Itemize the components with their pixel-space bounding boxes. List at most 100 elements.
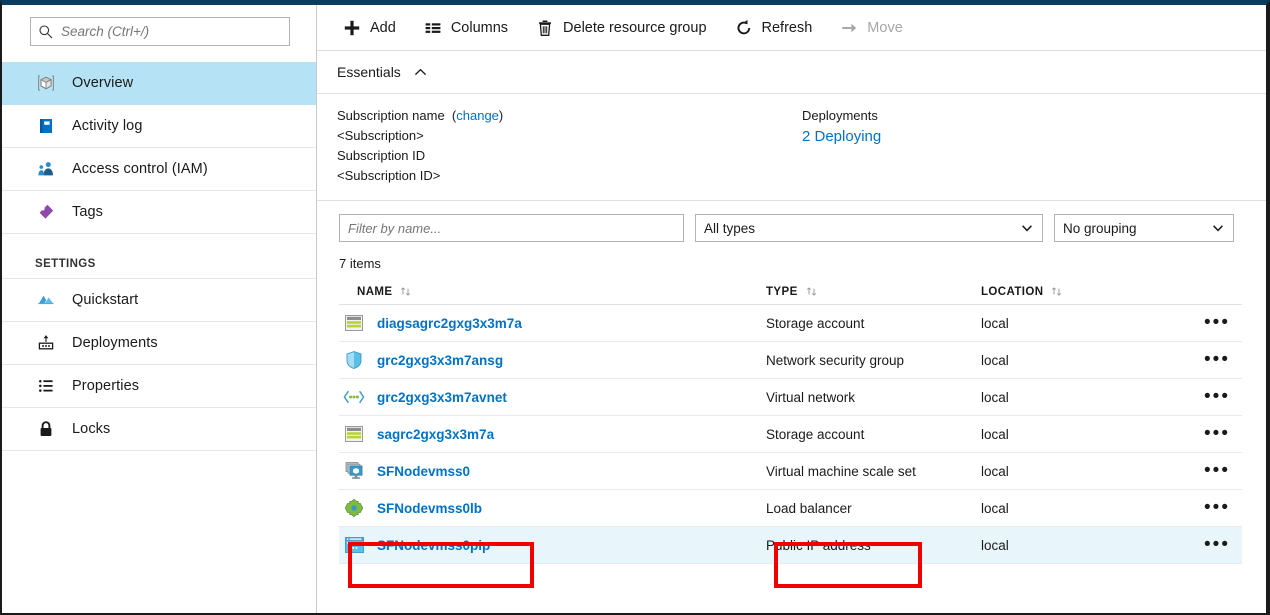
sidebar-item-quickstart[interactable]: Quickstart — [2, 279, 316, 322]
ellipsis-icon[interactable]: ••• — [1204, 466, 1230, 476]
row-name-cell: grc2gxg3x3m7avnet — [339, 386, 766, 408]
essentials-column-left: Subscription name (change) <Subscription… — [337, 106, 802, 186]
row-actions-cell: ••• — [1171, 429, 1242, 439]
subscription-name-row: Subscription name (change) — [337, 106, 802, 126]
table-row[interactable]: SFNodevmss0lb Load balancer local ••• — [339, 490, 1242, 527]
filter-by-name-input[interactable] — [339, 214, 684, 242]
sidebar-item-overview[interactable]: Overview — [2, 62, 316, 105]
sidebar-item-label: Deployments — [72, 335, 158, 351]
row-name-cell: SFNodevmss0pip — [339, 534, 766, 556]
columns-button-label: Columns — [451, 20, 508, 36]
grouping-value: No grouping — [1063, 221, 1137, 236]
sort-arrows-icon[interactable] — [399, 285, 412, 298]
sidebar-item-label: Properties — [72, 378, 139, 394]
row-actions-cell: ••• — [1171, 503, 1242, 513]
sidebar-item-label: Access control (IAM) — [72, 161, 208, 177]
deployments-status-link[interactable]: 2 Deploying — [802, 126, 881, 148]
add-button-label: Add — [370, 20, 396, 36]
deployments-icon — [35, 332, 57, 354]
row-name-link[interactable]: grc2gxg3x3m7avnet — [377, 390, 507, 405]
cube-icon — [35, 72, 57, 94]
table-row[interactable]: grc2gxg3x3m7ansg Network security group … — [339, 342, 1242, 379]
subscription-name-label: Subscription name — [337, 108, 445, 123]
row-location-cell: local — [981, 538, 1171, 553]
column-header-type-label: TYPE — [766, 286, 798, 298]
row-name-link[interactable]: sagrc2gxg3x3m7a — [377, 427, 494, 442]
row-actions-cell: ••• — [1171, 318, 1242, 328]
ellipsis-icon[interactable]: ••• — [1204, 503, 1230, 513]
column-header-location[interactable]: LOCATION — [981, 285, 1171, 298]
ellipsis-icon[interactable]: ••• — [1204, 318, 1230, 328]
type-filter-select[interactable]: All types — [695, 214, 1043, 242]
columns-button[interactable]: Columns — [422, 17, 508, 39]
row-type-cell: Storage account — [766, 427, 981, 442]
table-row[interactable]: sagrc2gxg3x3m7a Storage account local ••… — [339, 416, 1242, 453]
refresh-button-label: Refresh — [762, 20, 813, 36]
storage-account-icon — [343, 312, 365, 334]
sidebar-item-tags[interactable]: Tags — [2, 191, 316, 234]
row-location-cell: local — [981, 464, 1171, 479]
row-name-cell: SFNodevmss0 — [339, 460, 766, 482]
items-count: 7 items — [317, 242, 1266, 271]
sidebar-item-activity-log[interactable]: Activity log — [2, 105, 316, 148]
row-name-link[interactable]: diagsagrc2gxg3x3m7a — [377, 316, 522, 331]
plus-icon — [341, 17, 363, 39]
sidebar-item-access-control[interactable]: Access control (IAM) — [2, 148, 316, 191]
column-header-type[interactable]: TYPE — [766, 285, 981, 298]
sort-arrows-icon[interactable] — [1050, 285, 1063, 298]
row-name-link[interactable]: SFNodevmss0lb — [377, 501, 482, 516]
table-row[interactable]: SFNodevmss0pip Public IP address local •… — [339, 527, 1242, 564]
sidebar-item-label: Activity log — [72, 118, 143, 134]
table-row[interactable]: diagsagrc2gxg3x3m7a Storage account loca… — [339, 305, 1242, 342]
change-link[interactable]: change — [456, 108, 499, 123]
search-icon — [37, 23, 55, 41]
sidebar-search — [30, 17, 290, 46]
chevron-up-icon[interactable] — [413, 65, 428, 80]
sidebar-item-deployments[interactable]: Deployments — [2, 322, 316, 365]
row-actions-cell: ••• — [1171, 466, 1242, 476]
row-type-cell: Virtual network — [766, 390, 981, 405]
row-location-cell: local — [981, 316, 1171, 331]
column-header-name[interactable]: NAME — [339, 285, 766, 298]
refresh-icon — [733, 17, 755, 39]
sidebar-item-locks[interactable]: Locks — [2, 408, 316, 451]
add-button[interactable]: Add — [341, 17, 396, 39]
quickstart-cloud-icon — [35, 289, 57, 311]
ellipsis-icon[interactable]: ••• — [1204, 429, 1230, 439]
table-row[interactable]: SFNodevmss0 Virtual machine scale set lo… — [339, 453, 1242, 490]
row-name-link[interactable]: grc2gxg3x3m7ansg — [377, 353, 503, 368]
subscription-name-value: <Subscription> — [337, 126, 802, 146]
ellipsis-icon[interactable]: ••• — [1204, 355, 1230, 365]
columns-icon — [422, 17, 444, 39]
row-location-cell: local — [981, 390, 1171, 405]
essentials-header[interactable]: Essentials — [317, 51, 1266, 94]
sidebar-item-properties[interactable]: Properties — [2, 365, 316, 408]
load-balancer-icon — [343, 497, 365, 519]
ellipsis-icon[interactable]: ••• — [1204, 540, 1230, 550]
search-box[interactable] — [30, 17, 290, 46]
row-actions-cell: ••• — [1171, 540, 1242, 550]
row-type-cell: Storage account — [766, 316, 981, 331]
move-button-label: Move — [867, 20, 902, 36]
move-button[interactable]: Move — [838, 17, 902, 39]
row-name-link[interactable]: SFNodevmss0 — [377, 464, 470, 479]
properties-list-icon — [35, 375, 57, 397]
sort-arrows-icon[interactable] — [805, 285, 818, 298]
filter-bar: All types No grouping — [317, 201, 1266, 242]
chevron-down-icon — [1020, 215, 1034, 241]
row-name-cell: sagrc2gxg3x3m7a — [339, 423, 766, 445]
delete-resource-group-button[interactable]: Delete resource group — [534, 17, 706, 39]
network-security-group-icon — [343, 349, 365, 371]
row-name-link[interactable]: SFNodevmss0pip — [377, 538, 490, 553]
row-name-cell: SFNodevmss0lb — [339, 497, 766, 519]
table-row[interactable]: grc2gxg3x3m7avnet Virtual network local … — [339, 379, 1242, 416]
refresh-button[interactable]: Refresh — [733, 17, 813, 39]
grouping-select[interactable]: No grouping — [1054, 214, 1234, 242]
arrow-right-icon — [838, 17, 860, 39]
sidebar-item-label: Locks — [72, 421, 110, 437]
command-toolbar: Add Columns — [317, 5, 1266, 51]
sidebar-item-label: Tags — [72, 204, 103, 220]
search-input[interactable] — [59, 23, 283, 40]
ellipsis-icon[interactable]: ••• — [1204, 392, 1230, 402]
essentials-column-right: Deployments 2 Deploying — [802, 106, 881, 186]
